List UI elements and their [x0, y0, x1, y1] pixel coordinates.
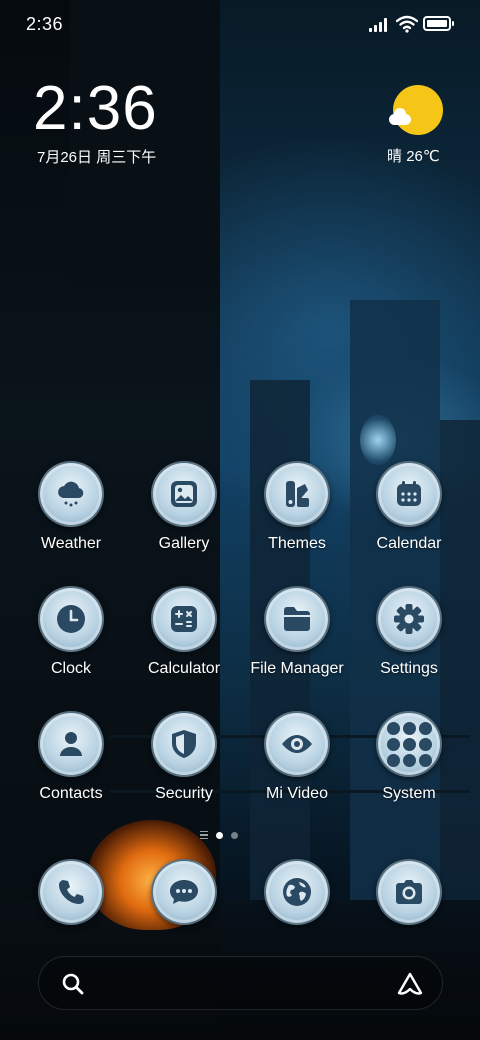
- calendar-icon: [391, 476, 427, 512]
- app-calendar[interactable]: Calendar: [359, 461, 459, 553]
- page-dot-2: [231, 831, 238, 839]
- app-themes[interactable]: Themes: [247, 461, 347, 553]
- app-settings[interactable]: Settings: [359, 586, 459, 678]
- weather-widget[interactable]: 晴 26℃: [385, 80, 465, 170]
- search-icon[interactable]: [61, 972, 85, 996]
- folder-icon: [279, 601, 315, 637]
- calculator-icon: [166, 601, 202, 637]
- app-mi-video[interactable]: Mi Video: [247, 711, 347, 803]
- app-label: Weather: [40, 535, 102, 552]
- themes-palette-icon: [279, 476, 315, 512]
- status-bar: 2:36: [0, 0, 480, 50]
- app-label: Clock: [50, 660, 91, 677]
- app-label: Themes: [268, 535, 326, 552]
- phone-icon: [53, 874, 89, 910]
- app-file-manager[interactable]: File Manager: [247, 586, 347, 678]
- clock-icon: [53, 601, 89, 637]
- camera-icon: [391, 874, 427, 910]
- message-icon: [166, 874, 202, 910]
- app-label: File Manager: [250, 660, 344, 677]
- app-calculator[interactable]: Calculator: [134, 586, 234, 678]
- app-label: Gallery: [158, 535, 210, 552]
- app-system-folder[interactable]: System: [359, 711, 459, 803]
- clock-widget-time: 2:36: [33, 74, 158, 143]
- search-bar[interactable]: [38, 956, 443, 1010]
- app-contacts[interactable]: Contacts: [21, 711, 121, 803]
- app-label: Mi Video: [266, 785, 328, 802]
- app-label: Calendar: [376, 535, 442, 552]
- app-label: Settings: [380, 660, 438, 677]
- dock-phone[interactable]: [21, 859, 121, 925]
- cloud-icon: [389, 108, 411, 125]
- globe-icon: [279, 874, 315, 910]
- gear-icon: [391, 601, 427, 637]
- clock-widget-date: 7月26日 周三下午: [37, 149, 157, 166]
- app-label: Calculator: [147, 660, 221, 677]
- battery-fill: [427, 20, 447, 27]
- app-gallery[interactable]: Gallery: [134, 461, 234, 553]
- assistant-icon[interactable]: [396, 971, 424, 997]
- app-label: Contacts: [39, 785, 103, 802]
- page-indicator[interactable]: [200, 830, 238, 840]
- eye-icon: [279, 726, 315, 762]
- battery-icon: [423, 16, 454, 31]
- weather-temperature: 26℃: [406, 148, 440, 165]
- signal-icon: [369, 18, 391, 32]
- shield-icon: [166, 726, 202, 762]
- weather-condition: 晴: [387, 148, 403, 165]
- dock-messages[interactable]: [134, 859, 234, 925]
- wifi-icon: [396, 15, 418, 33]
- app-weather[interactable]: Weather: [21, 461, 121, 553]
- app-label: Security: [155, 785, 213, 802]
- dock-camera[interactable]: [359, 859, 459, 925]
- weather-summary: 晴 26℃: [387, 145, 440, 166]
- dock-browser[interactable]: [247, 859, 347, 925]
- person-icon: [53, 726, 89, 762]
- page-dot-1: [216, 831, 223, 839]
- app-clock[interactable]: Clock: [21, 586, 121, 678]
- image-icon: [166, 476, 202, 512]
- folder-grid-icon: [386, 721, 432, 767]
- app-label: System: [382, 785, 436, 802]
- app-security[interactable]: Security: [134, 711, 234, 803]
- weather-cloud-icon: [53, 476, 89, 512]
- app-drawer-indicator-icon: [200, 831, 208, 839]
- status-time: 2:36: [26, 14, 64, 34]
